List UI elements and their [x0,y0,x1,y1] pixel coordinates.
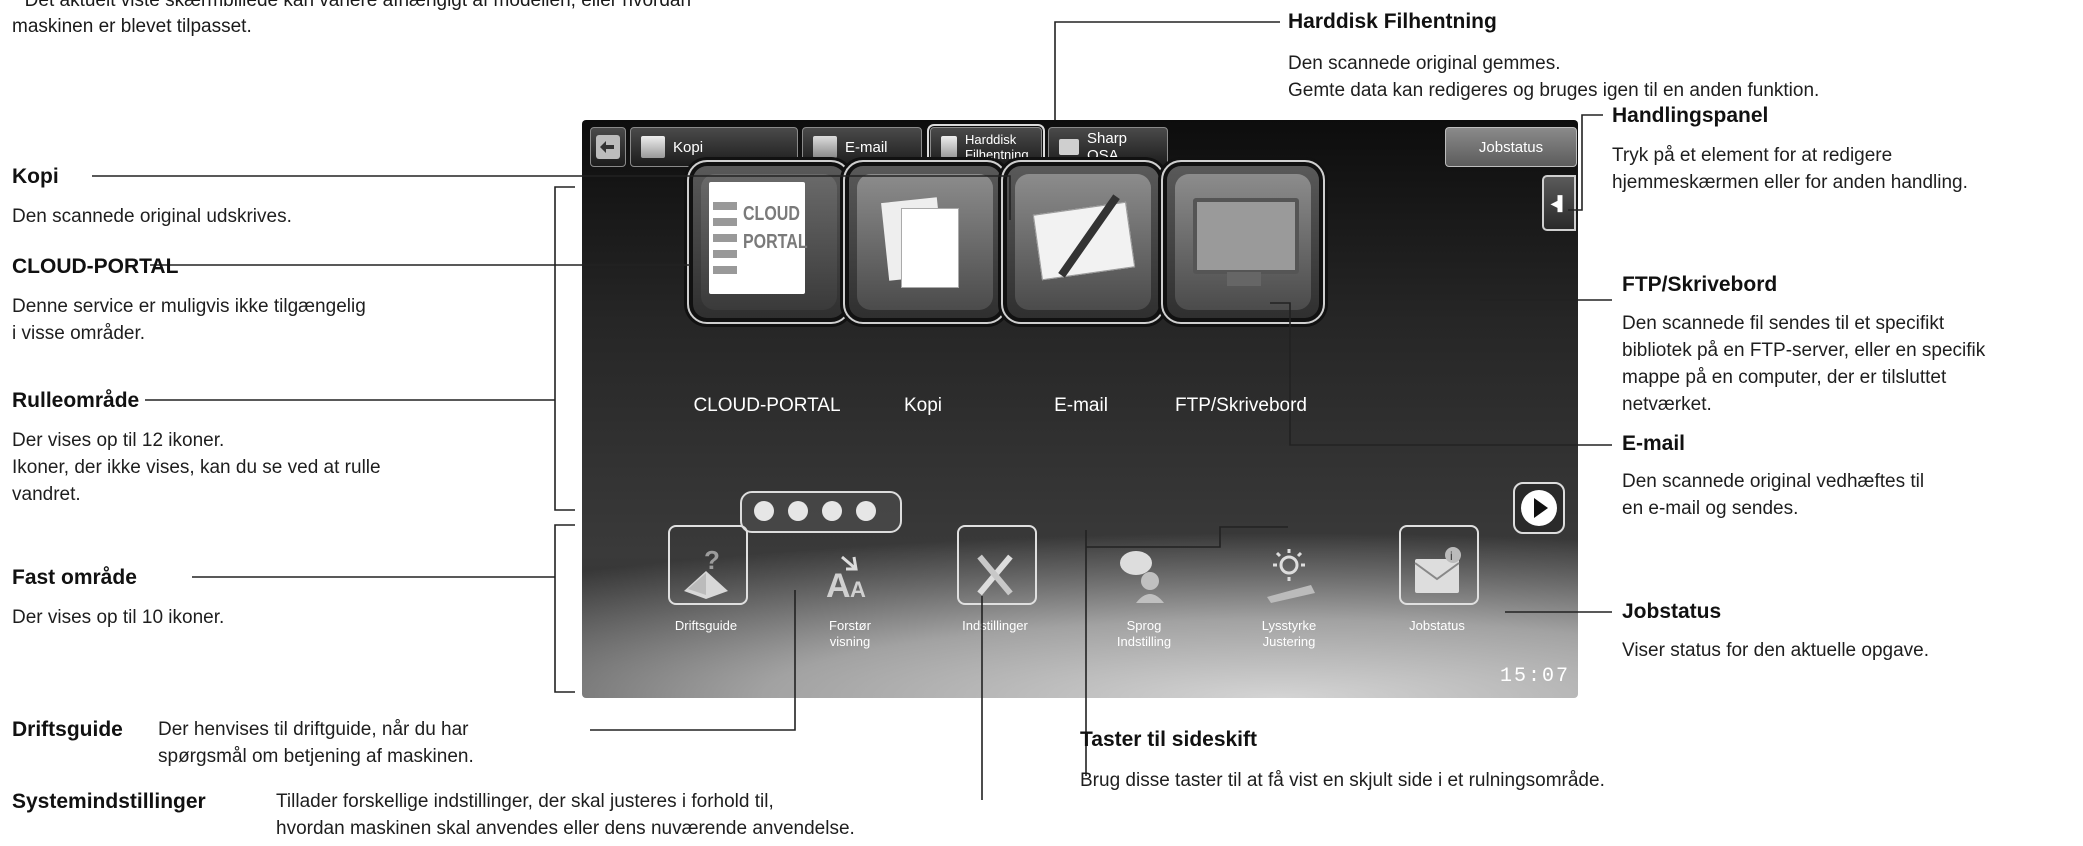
callout-jobstatus-title: Jobstatus [1622,600,1722,623]
callout-fast-text: Der vises op til 10 ikoner. [12,607,225,628]
callout-driftsguide-text: Der henvises til driftguide, når du har … [158,719,474,767]
callout-harddisk-text: Den scannede original gemmes. Gemte data… [1288,53,1820,101]
callout-taster-title: Taster til sideskift [1080,728,1258,751]
callout-handling-title: Handlingspanel [1612,104,1769,127]
callout-driftsguide-title: Driftsguide [12,718,123,741]
callout-system-title: Systemindstillinger [12,790,206,813]
callout-ftp-title: FTP/Skrivebord [1622,273,1778,296]
callout-fast-title: Fast område [12,566,137,589]
callout-rulle-title: Rulleområde [12,389,140,412]
callout-email-text: Den scannede original vedhæftes til en e… [1622,471,1925,519]
callout-handling-text: Tryk på et element for at redigere hjemm… [1612,145,1968,193]
callout-cloud-title: CLOUD-PORTAL [12,255,179,278]
callout-jobstatus-text: Viser status for den aktuelle opgave. [1622,640,1930,661]
callout-taster-text: Brug disse taster til at få vist en skju… [1080,770,1605,791]
callout-cloud-text: Denne service er muligvis ikke tilgængel… [12,296,366,344]
callout-kopi-title: Kopi [12,165,59,188]
callout-rulle-text: Der vises op til 12 ikoner. Ikoner, der … [12,430,381,505]
callout-harddisk-title: Harddisk Filhentning [1288,10,1497,33]
callout-kopi-text: Den scannede original udskrives. [12,206,292,227]
callout-email-title: E-mail [1622,432,1686,455]
callout-system-text: Tillader forskellige indstillinger, der … [276,791,855,839]
callout-ftp-text: Den scannede fil sendes til et specifikt… [1622,313,1986,415]
